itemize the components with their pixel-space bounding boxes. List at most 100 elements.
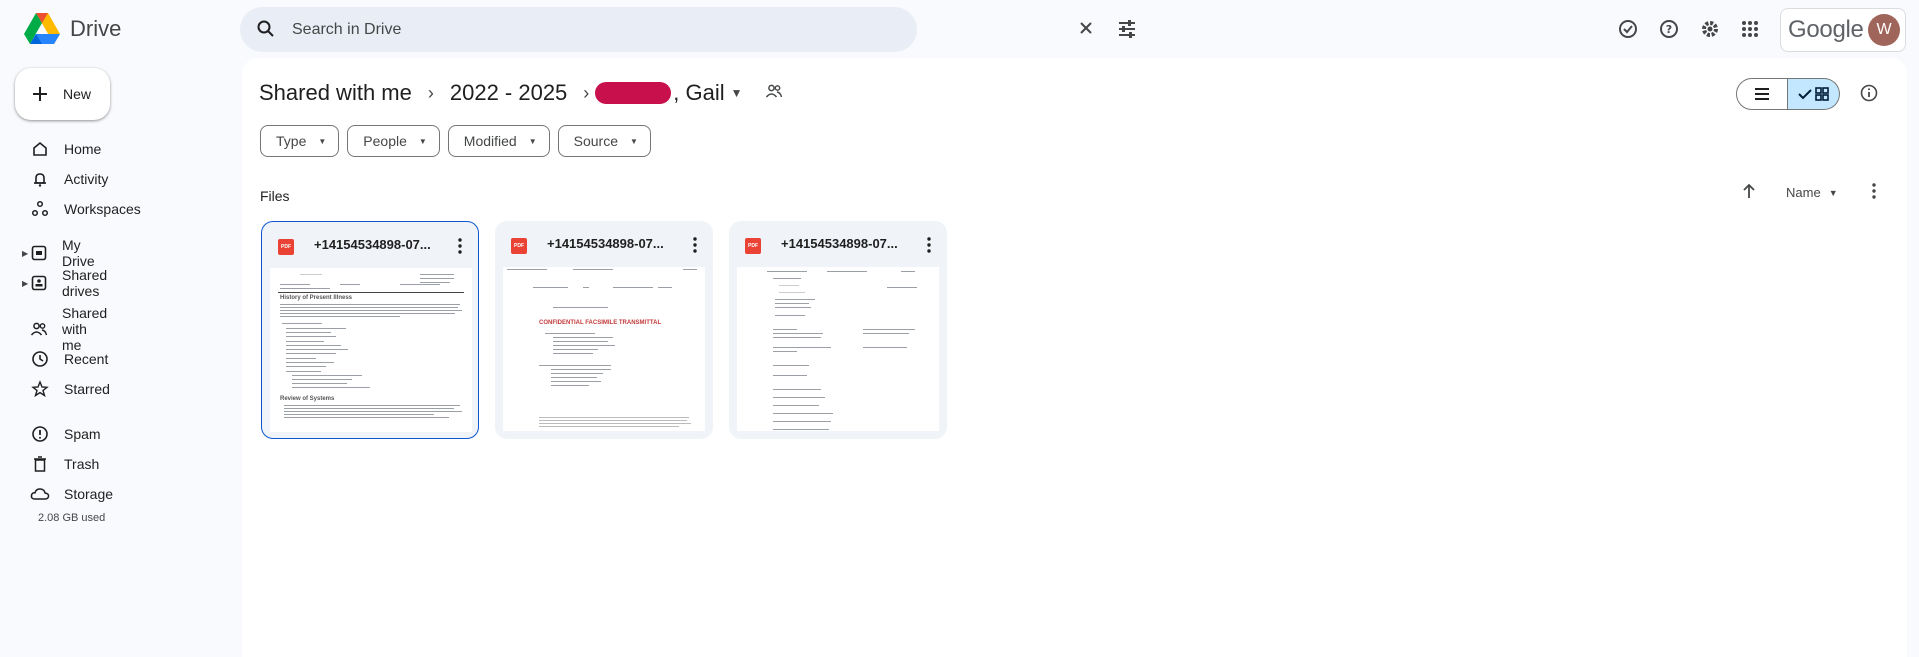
chip-label: People bbox=[363, 133, 407, 149]
pdf-file-icon: PDF bbox=[745, 238, 761, 254]
file-card-header: PDF +14154534898-07... bbox=[495, 221, 713, 267]
dropdown-arrow-icon[interactable]: ▼ bbox=[1829, 188, 1838, 198]
share-people-icon[interactable] bbox=[765, 80, 783, 106]
bell-icon bbox=[30, 169, 50, 189]
file-name: +14154534898-07... bbox=[314, 237, 431, 252]
info-icon[interactable] bbox=[1859, 83, 1879, 108]
storage-used-text: 2.08 GB used bbox=[38, 512, 106, 524]
files-section-label: Files bbox=[260, 188, 290, 204]
top-bar: Drive ? bbox=[0, 0, 1919, 58]
sidebar-item-spam[interactable]: Spam bbox=[20, 421, 101, 447]
file-thumbnail: CONFIDENTIAL FACSIMILE TRANSMITTAL bbox=[503, 267, 705, 431]
settings-gear-icon[interactable] bbox=[1697, 16, 1723, 42]
thumbnail-heading: History of Present Illness bbox=[280, 295, 353, 301]
plus-icon bbox=[33, 87, 47, 101]
sidebar-item-activity[interactable]: Activity bbox=[20, 166, 108, 192]
more-actions-icon[interactable] bbox=[919, 235, 939, 255]
list-view-button[interactable] bbox=[1736, 78, 1788, 110]
drive-logo-icon bbox=[24, 13, 60, 44]
thumbnail-heading: CONFIDENTIAL FACSIMILE TRANSMITTAL bbox=[539, 320, 662, 326]
sidebar-item-label: Starred bbox=[64, 381, 110, 397]
search-input[interactable] bbox=[292, 18, 812, 42]
cloud-icon bbox=[30, 484, 50, 504]
sidebar-item-storage[interactable]: Storage bbox=[20, 481, 113, 507]
list-icon bbox=[1755, 88, 1769, 100]
sidebar-item-label: Activity bbox=[64, 171, 109, 187]
file-thumbnail bbox=[737, 267, 939, 431]
app-title: Drive bbox=[70, 16, 122, 41]
file-card[interactable]: PDF +14154534898-07... CONFIDENTIAL FACS… bbox=[495, 221, 713, 439]
check-icon bbox=[1798, 89, 1812, 100]
google-wordmark: Google bbox=[1788, 16, 1864, 43]
view-toggle bbox=[1736, 78, 1840, 110]
clear-search-icon[interactable] bbox=[1076, 18, 1096, 43]
sidebar-item-label: Home bbox=[64, 141, 102, 157]
sidebar-item-label: My Drive bbox=[62, 237, 95, 269]
sort-direction-arrow-icon[interactable] bbox=[1742, 183, 1756, 202]
more-actions-icon[interactable] bbox=[685, 235, 705, 255]
sidebar-item-label: Shared drives bbox=[62, 267, 108, 299]
grid-view-button[interactable] bbox=[1788, 78, 1840, 110]
sidebar-item-label: Recent bbox=[64, 351, 109, 367]
filter-chips: Type ▼ People ▼ Modified ▼ Source ▼ bbox=[260, 125, 651, 157]
my-drive-icon bbox=[30, 243, 48, 263]
breadcrumb-folder-years[interactable]: 2022 - 2025 bbox=[450, 80, 567, 106]
filter-chip-type[interactable]: Type ▼ bbox=[260, 125, 340, 157]
file-name: +14154534898-07... bbox=[547, 236, 664, 251]
expand-caret-icon[interactable]: ▶ bbox=[22, 279, 30, 288]
avatar[interactable]: W bbox=[1868, 14, 1900, 46]
sidebar-item-label: Trash bbox=[64, 456, 100, 472]
dropdown-arrow-icon: ▼ bbox=[418, 136, 427, 146]
workspaces-icon bbox=[30, 199, 50, 219]
chip-label: Source bbox=[573, 133, 618, 149]
file-card-header: PDF +14154534898-07... bbox=[262, 222, 478, 268]
sidebar-item-shared-drives[interactable]: ▶ Shared drives bbox=[20, 267, 109, 299]
sidebar-item-recent[interactable]: Recent bbox=[20, 346, 108, 372]
grid-icon bbox=[1815, 87, 1829, 101]
more-actions-icon[interactable] bbox=[450, 236, 470, 256]
offline-ready-icon[interactable] bbox=[1615, 16, 1641, 42]
sidebar-item-label: Spam bbox=[64, 426, 101, 442]
breadcrumb-shared-with-me[interactable]: Shared with me bbox=[259, 80, 412, 106]
file-card[interactable]: PDF +14154534898-07... History of Presen… bbox=[261, 221, 479, 439]
pdf-file-icon: PDF bbox=[511, 238, 527, 254]
sidebar-item-label: Storage bbox=[64, 486, 114, 502]
pdf-file-icon: PDF bbox=[278, 239, 294, 255]
breadcrumb-current-folder[interactable]: , Gail bbox=[673, 80, 724, 106]
dropdown-arrow-icon: ▼ bbox=[318, 136, 327, 146]
sidebar-item-home[interactable]: Home bbox=[20, 136, 101, 162]
filter-chip-modified[interactable]: Modified ▼ bbox=[447, 125, 550, 157]
main-panel: Shared with me › 2022 - 2025 › , Gail ▼ … bbox=[242, 58, 1907, 657]
search-options-icon[interactable] bbox=[1116, 18, 1138, 45]
sort-by-name-button[interactable]: Name bbox=[1786, 185, 1821, 200]
chip-label: Type bbox=[276, 133, 307, 149]
filter-chip-source[interactable]: Source ▼ bbox=[557, 125, 651, 157]
sidebar-item-my-drive[interactable]: ▶ My Drive bbox=[20, 237, 97, 269]
sidebar-item-starred[interactable]: Starred bbox=[20, 376, 110, 402]
trash-icon bbox=[30, 454, 50, 474]
file-card[interactable]: PDF +14154534898-07... bbox=[729, 221, 947, 439]
spam-icon bbox=[30, 424, 50, 444]
drive-logo[interactable]: Drive bbox=[24, 13, 121, 45]
file-thumbnail: History of Present Illness Review of Sys… bbox=[270, 268, 472, 432]
more-options-icon[interactable] bbox=[1871, 183, 1876, 202]
chevron-right-icon: › bbox=[583, 82, 590, 103]
chip-label: Modified bbox=[463, 133, 517, 149]
sidebar-item-workspaces[interactable]: Workspaces bbox=[20, 196, 141, 222]
apps-grid-icon[interactable] bbox=[1737, 16, 1763, 42]
new-button[interactable]: New bbox=[15, 68, 110, 120]
redaction-mark bbox=[595, 82, 672, 104]
shared-drives-icon bbox=[30, 273, 48, 293]
dropdown-arrow-icon[interactable]: ▼ bbox=[731, 86, 743, 100]
search-icon[interactable] bbox=[256, 19, 276, 44]
help-icon[interactable]: ? bbox=[1656, 16, 1682, 42]
account-switcher[interactable]: Google W bbox=[1780, 8, 1906, 52]
sidebar-item-shared-with-me[interactable]: Shared with me bbox=[20, 305, 109, 353]
clock-icon bbox=[30, 349, 50, 369]
expand-caret-icon[interactable]: ▶ bbox=[22, 249, 30, 258]
svg-text:?: ? bbox=[1666, 23, 1672, 36]
sidebar-item-trash[interactable]: Trash bbox=[20, 451, 99, 477]
search-bar[interactable] bbox=[240, 7, 1135, 52]
people-icon bbox=[30, 319, 48, 339]
filter-chip-people[interactable]: People ▼ bbox=[347, 125, 440, 157]
